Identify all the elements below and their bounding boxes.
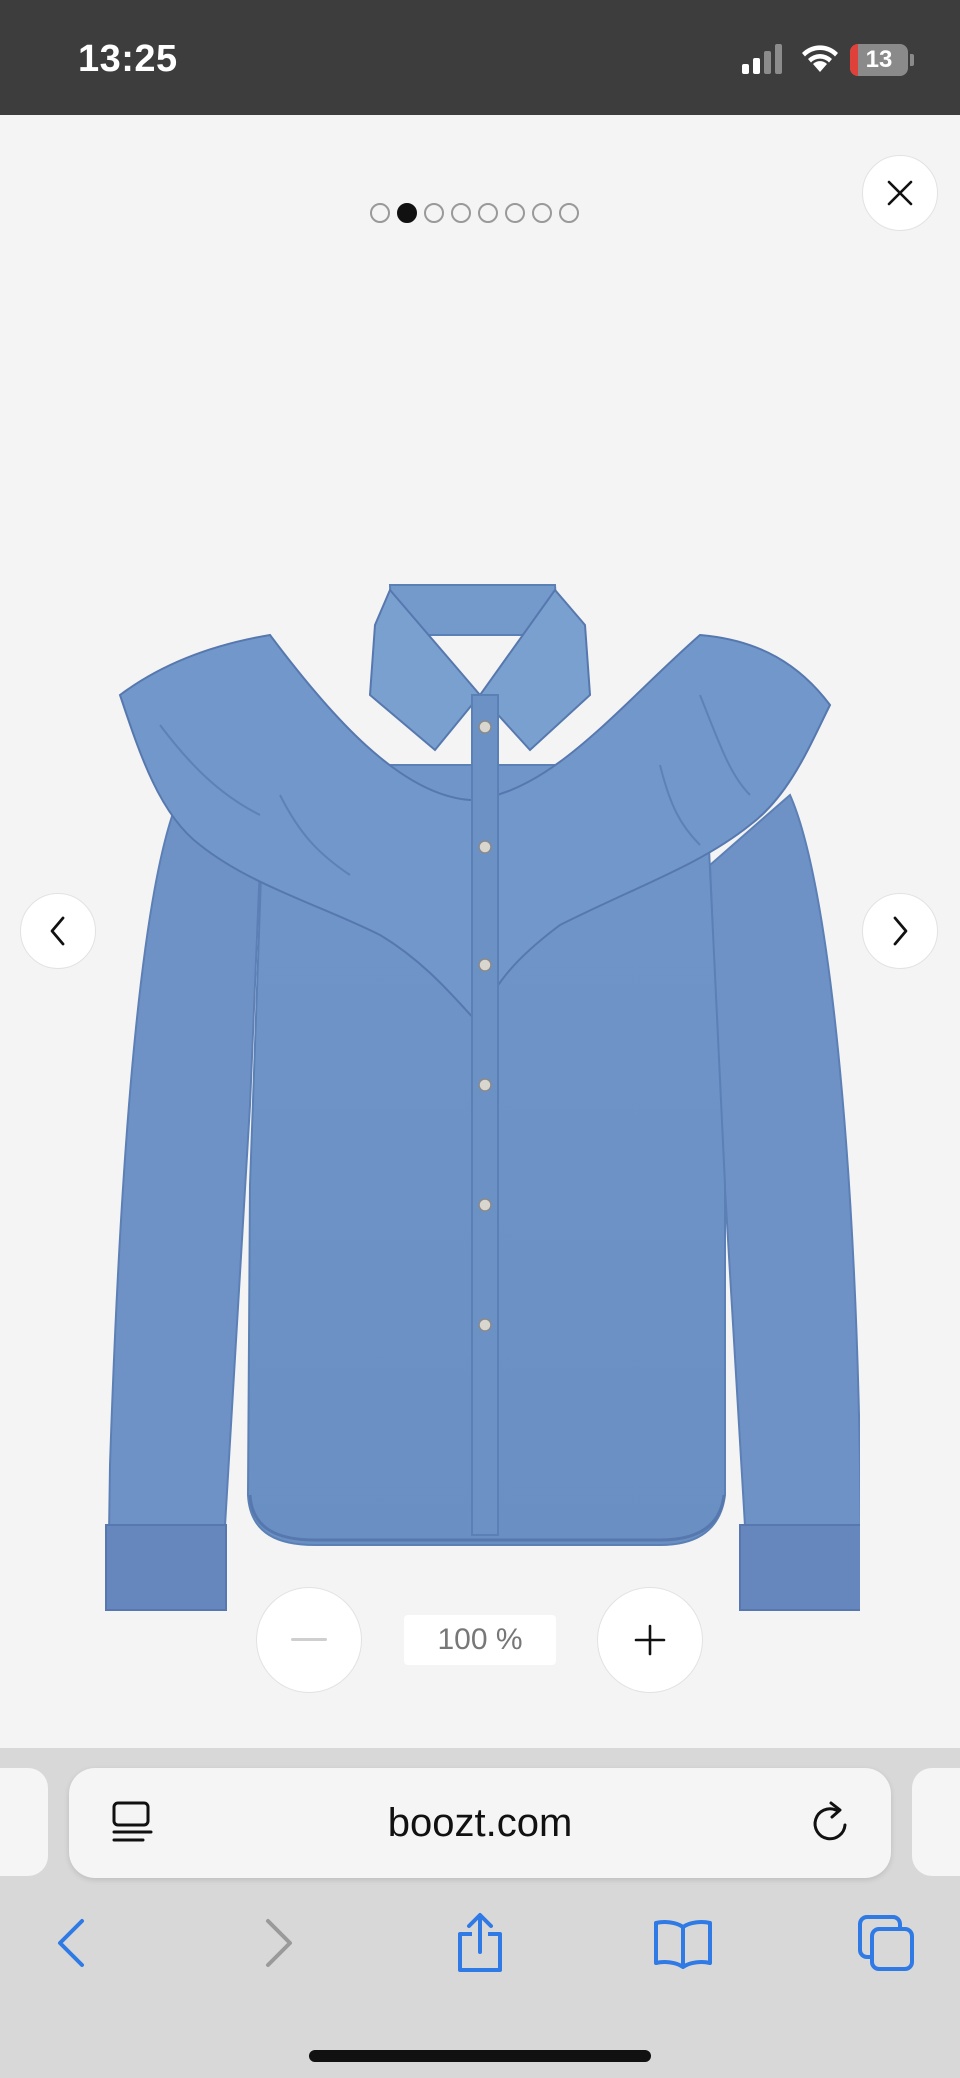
image-viewer[interactable]: 100 %: [0, 115, 960, 1748]
close-icon: [887, 180, 913, 206]
battery-icon: 13: [850, 44, 914, 76]
wifi-icon: [802, 45, 838, 72]
status-time: 13:25: [78, 38, 178, 80]
chevron-right-icon: [893, 916, 908, 946]
close-button[interactable]: [862, 155, 938, 231]
zoom-level: 100 %: [404, 1615, 556, 1665]
shirt-illustration: [105, 584, 860, 1612]
pagination-dot[interactable]: [478, 203, 498, 223]
pagination-dots[interactable]: [370, 203, 579, 225]
cellular-signal-icon: [742, 44, 782, 74]
status-bar: 13:25 13: [0, 0, 960, 115]
zoom-in-button[interactable]: [597, 1587, 703, 1693]
share-button[interactable]: [445, 1908, 515, 1978]
reload-icon[interactable]: [809, 1800, 853, 1846]
reader-view-icon[interactable]: [111, 1800, 155, 1846]
chevron-left-icon: [50, 916, 65, 946]
share-icon: [458, 1913, 502, 1972]
home-indicator[interactable]: [309, 2050, 651, 2062]
browser-chrome: boozt.com: [0, 1748, 960, 2078]
previous-tab-edge[interactable]: [0, 1768, 48, 1876]
bookmarks-icon: [654, 1920, 712, 1969]
pagination-dot[interactable]: [505, 203, 525, 223]
product-image[interactable]: [100, 465, 860, 1615]
previous-image-button[interactable]: [20, 893, 96, 969]
pagination-dot[interactable]: [451, 203, 471, 223]
bookmarks-button[interactable]: [648, 1908, 718, 1978]
pagination-dot[interactable]: [370, 203, 390, 223]
tabs-icon: [858, 1915, 914, 1971]
pagination-dot[interactable]: [424, 203, 444, 223]
back-button[interactable]: [36, 1908, 106, 1978]
battery-level: 13: [865, 46, 893, 73]
pagination-dot[interactable]: [559, 203, 579, 223]
forward-icon: [266, 1919, 292, 1967]
tabs-button[interactable]: [851, 1908, 921, 1978]
zoom-out-button[interactable]: [256, 1587, 362, 1693]
pagination-dot[interactable]: [397, 203, 417, 223]
forward-button[interactable]: [244, 1908, 314, 1978]
plus-icon: [634, 1624, 666, 1656]
next-image-button[interactable]: [862, 893, 938, 969]
back-icon: [58, 1919, 84, 1967]
minus-icon: [291, 1638, 327, 1641]
next-tab-edge[interactable]: [912, 1768, 960, 1876]
address-bar[interactable]: boozt.com: [69, 1768, 891, 1878]
url-text[interactable]: boozt.com: [69, 1768, 891, 1878]
pagination-dot[interactable]: [532, 203, 552, 223]
